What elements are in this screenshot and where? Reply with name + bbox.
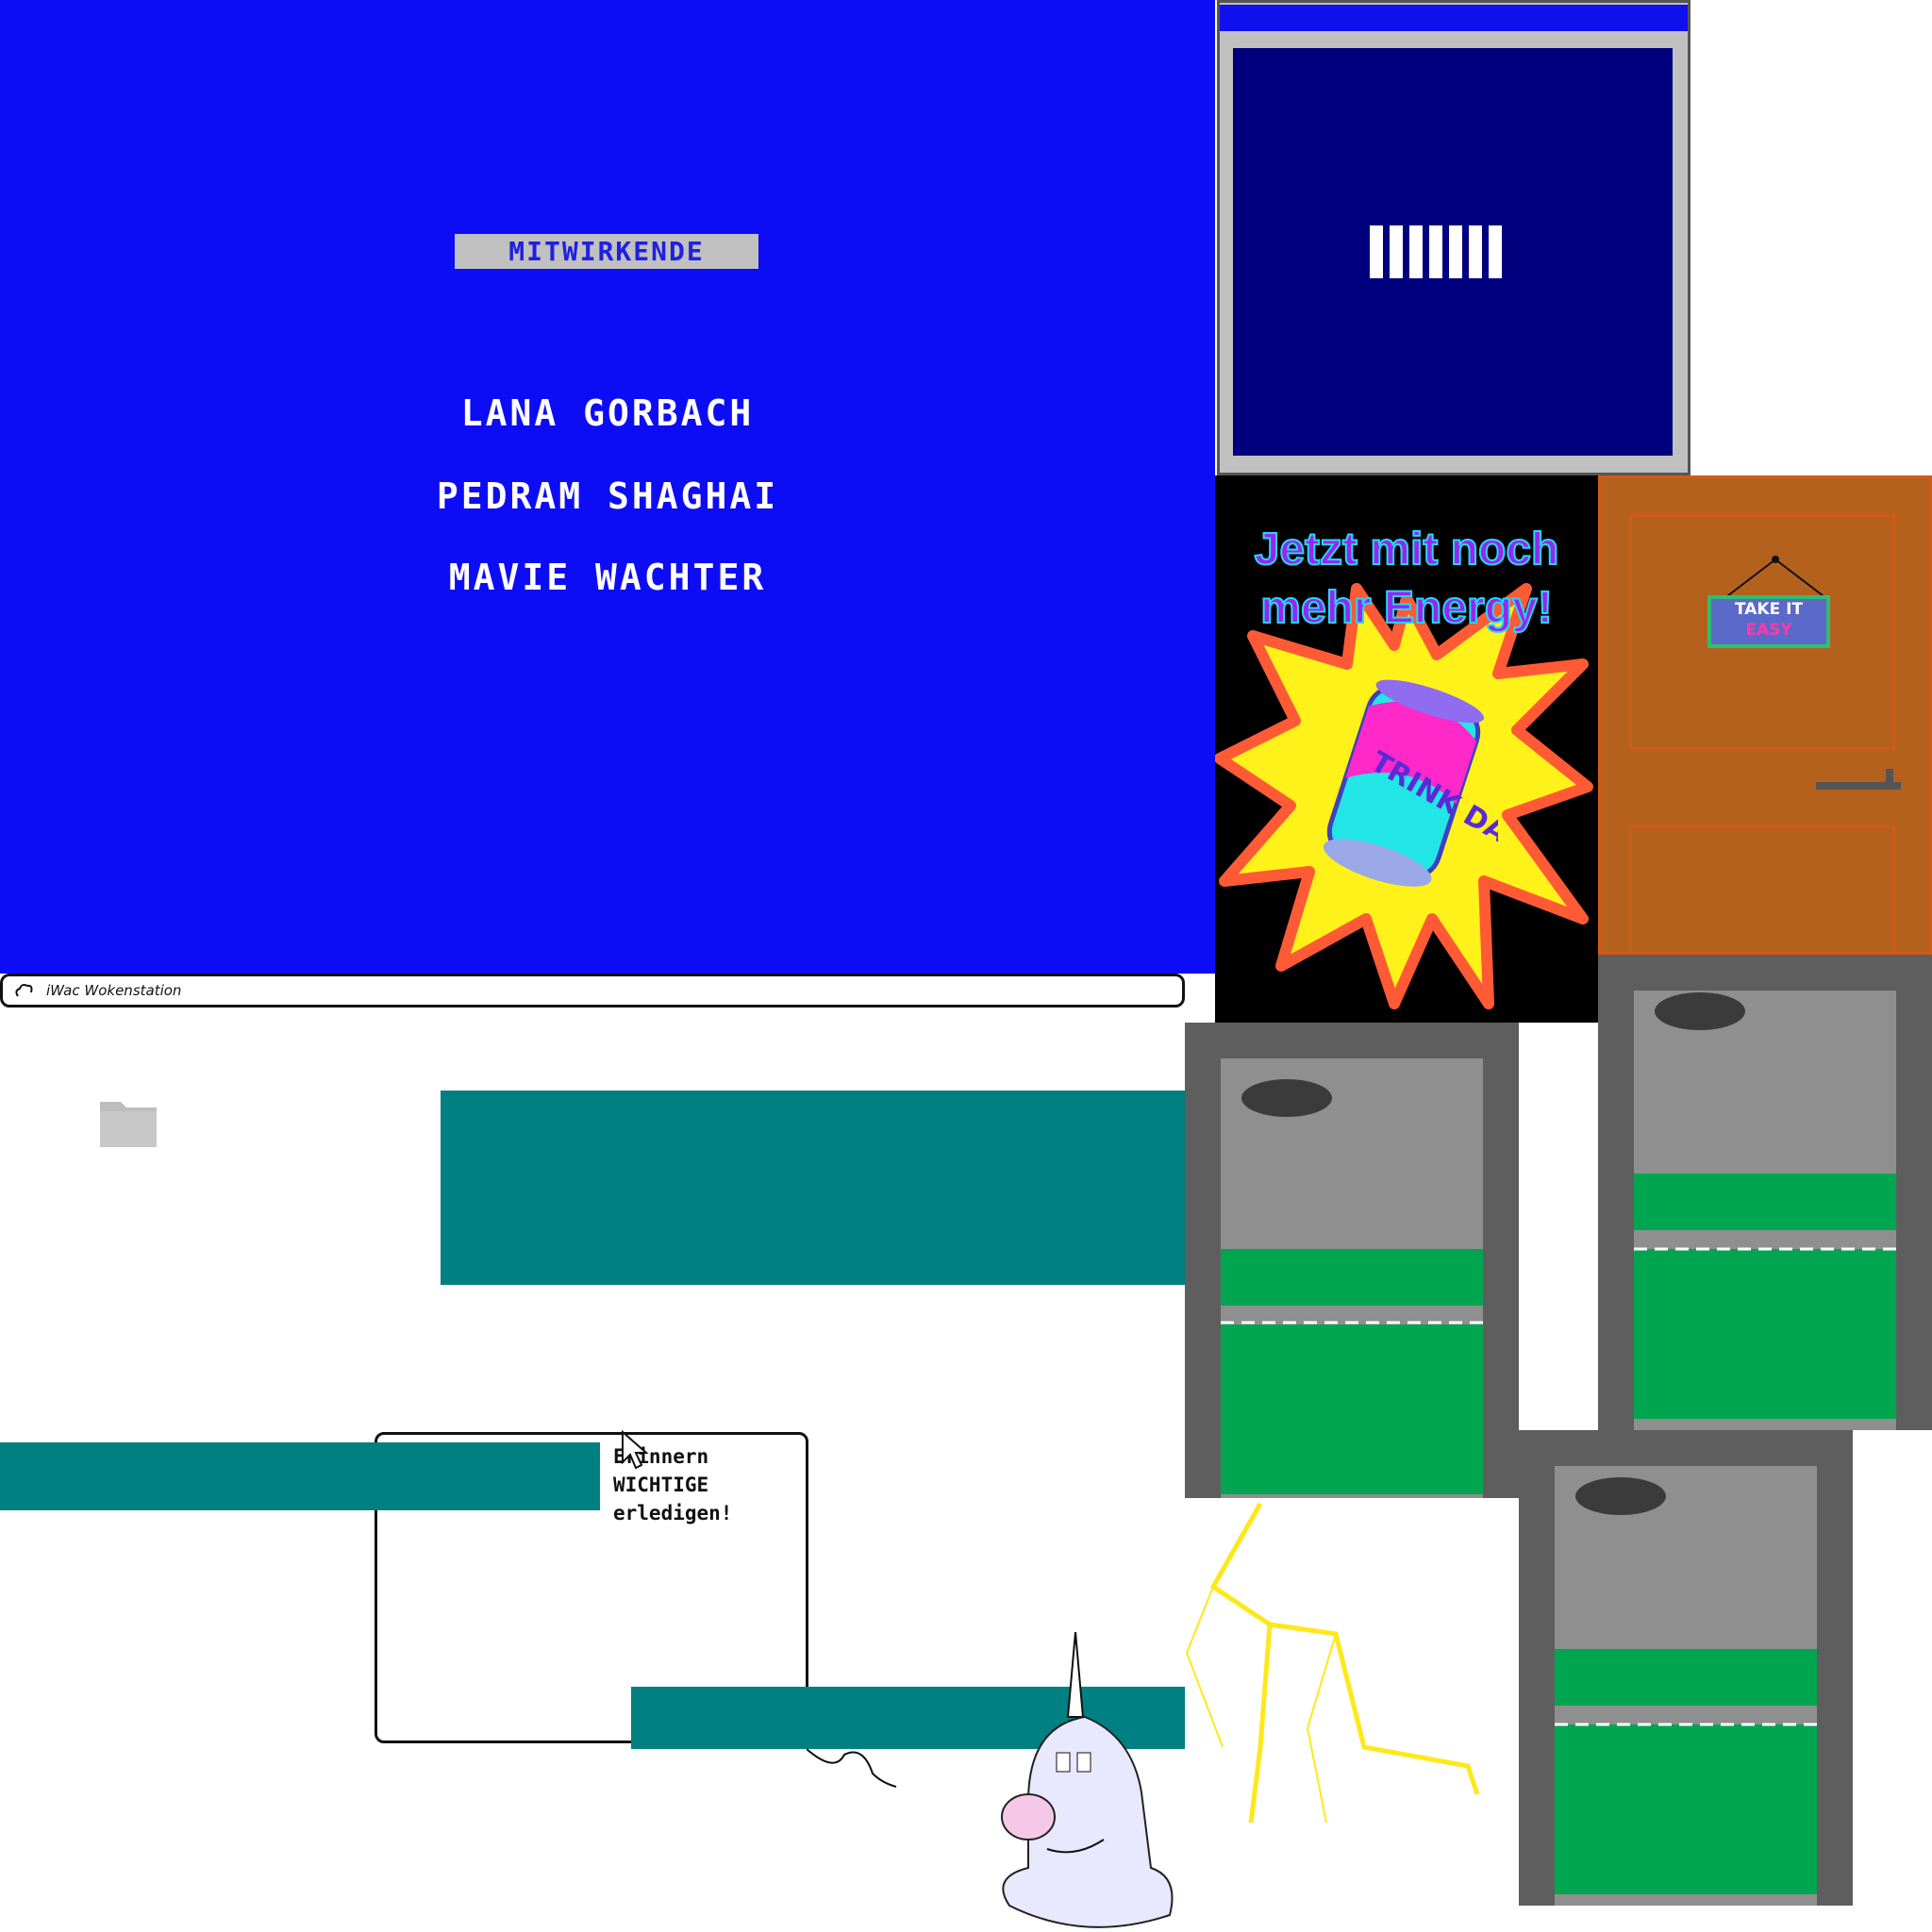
door[interactable]: TAKE IT EASY — [1598, 475, 1932, 958]
folder-icon[interactable] — [98, 1094, 158, 1149]
teal-banner-left — [0, 1442, 600, 1510]
door-panel-bottom — [1629, 825, 1895, 958]
door-sign-line-1: TAKE IT — [1734, 600, 1804, 619]
progress-block — [1449, 225, 1462, 278]
progress-block — [1409, 225, 1423, 278]
credit-name-3: MAVIE WACHTER — [448, 557, 767, 598]
progress-block — [1469, 225, 1482, 278]
loading-screen — [1233, 48, 1673, 456]
taskbar: iWac Wokenstation — [0, 974, 1185, 1008]
lightning-bolt-icon — [1185, 1502, 1480, 1824]
progress-block — [1370, 225, 1383, 278]
credit-name-2: PEDRAM SHAGHAI — [436, 475, 779, 517]
taskbar-title: iWac Wokenstation — [46, 982, 182, 999]
mouse-cursor-icon — [622, 1430, 649, 1470]
energy-drink-ad: TRINK DAS Jetzt mit noch mehr Energy! — [1215, 475, 1598, 1023]
unicorn-character-icon[interactable] — [972, 1632, 1189, 1932]
loading-window-titlebar — [1220, 5, 1688, 31]
credits-screen: MITWIRKENDE LANA GORBACH PEDRAM SHAGHAI … — [0, 0, 1215, 974]
loading-window — [1217, 0, 1690, 475]
teal-banner-large — [441, 1091, 1185, 1285]
rainy-window-3 — [1519, 1430, 1853, 1906]
ad-headline-line-2: mehr Energy! — [1259, 582, 1553, 634]
progress-block — [1489, 225, 1502, 278]
credits-title: MITWIRKENDE — [455, 234, 758, 269]
rainy-window-1 — [1185, 1023, 1519, 1498]
progress-block — [1390, 225, 1403, 278]
credit-name-1: LANA GORBACH — [460, 392, 755, 434]
cloud-logo-icon[interactable] — [12, 981, 35, 1002]
tail-icon — [807, 1748, 897, 1788]
door-sign-line-2: EASY — [1745, 621, 1792, 640]
door-handle-base — [1886, 769, 1893, 786]
progress-block — [1429, 225, 1442, 278]
door-sign: TAKE IT EASY — [1707, 595, 1830, 648]
rainy-window-2 — [1598, 955, 1932, 1430]
energy-can-icon: TRINK DAS — [1323, 679, 1498, 887]
ad-headline-line-1: Jetzt mit noch — [1254, 524, 1560, 575]
ad-headline: Jetzt mit noch mehr Energy! — [1215, 521, 1598, 638]
